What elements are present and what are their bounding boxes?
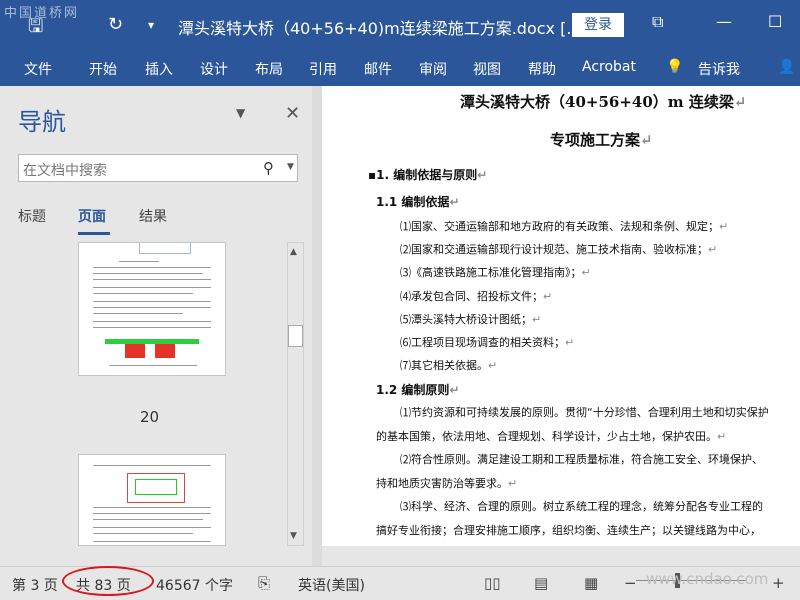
thumbnail-text-line [93,307,211,308]
page-thumbnail-20[interactable] [78,242,226,376]
thumbnail-text-line [93,533,193,534]
heading-1-2: 1.2 编制原则↵ [376,383,460,397]
search-input[interactable]: 在文档中搜索 ⚲ ▼ [18,154,298,182]
thumbnail-page-number: 20 [140,408,160,426]
tab-layout[interactable]: 布局 [255,59,283,79]
web-layout-icon[interactable]: ▦ [584,574,598,592]
thumbnail-text-line [93,273,203,274]
thumbnail-text-line [93,519,203,520]
nav-options-dropdown-icon[interactable]: ▼ [236,106,245,120]
thumbnail-text-line [93,513,211,514]
read-mode-icon[interactable]: ▯▯ [484,574,501,592]
thumbnail-bridge-deck [105,339,199,344]
basis-item: ⑹工程项目现场调查的相关资料；↵ [400,336,575,349]
save-icon[interactable]: 🖫 [28,14,43,44]
thumbnail-text-line [93,279,211,280]
tab-review[interactable]: 审阅 [419,59,447,79]
thumbnail-text-line [93,527,211,528]
search-placeholder: 在文档中搜索 [23,163,107,179]
zoom-in-icon[interactable]: + [772,574,785,592]
thumbnail-text-line [93,287,211,288]
scroll-up-arrow-icon[interactable]: ▲ [290,247,297,257]
thumbnail-text-line [93,321,211,322]
principle-line: ⑶科学、经济、合理的原则。树立系统工程的理念，统筹分配各专业工程的 [400,500,763,513]
basis-item: ⑷承发包合同、招投标文件；↵ [400,290,553,303]
heading-1: ▪1. 编制依据与原则↵ [368,168,488,182]
proofing-icon[interactable]: ⎘ [258,574,270,592]
thumbnail-text-line [93,507,211,508]
language-indicator[interactable]: 英语(美国) [298,575,365,595]
lightbulb-icon: 💡 [666,59,684,75]
ribbon-display-options-icon[interactable]: ⧉ [652,12,663,32]
watermark-bottom: www.cndao.com [646,570,769,588]
basis-item: ⑵国家和交通运输部现行设计规范、施工技术指南、验收标准；↵ [400,243,718,256]
principle-line: 搞好专业衔接；合理安排施工顺序，组织均衡、连续生产；以关键线路为中心， [376,524,761,537]
thumbnail-text-line [93,327,211,328]
basis-item: ⑸潭头溪特大桥设计图纸；↵ [400,313,542,326]
tab-file[interactable]: 文件 [24,59,52,79]
basis-item: ⑺其它相关依据。↵ [400,359,498,372]
tab-pages[interactable]: 页面 [78,206,106,226]
navigation-pane: 导航 ▼ ✕ 在文档中搜索 ⚲ ▼ 标题 页面 结果 20 ▲ ▼ [0,86,312,566]
thumbnail-text-line [119,261,159,262]
pane-splitter[interactable] [312,86,322,566]
document-horizontal-scrollbar[interactable] [322,546,800,566]
undo-icon[interactable]: ↻ [108,14,123,35]
share-person-icon[interactable]: 👤 [778,59,795,75]
word-count[interactable]: 46567 个字 [156,575,233,595]
thumbnail-text-line [93,541,211,542]
thumbnail-bridge-pier [125,344,145,358]
print-layout-icon[interactable]: ▤ [534,574,548,592]
tab-references[interactable]: 引用 [309,59,337,79]
thumbnail-text-line [93,313,183,314]
search-icon[interactable]: ⚲ [263,159,274,177]
basis-item: ⑶《高速铁路施工标准化管理指南》；↵ [400,266,591,279]
thumbnail-text-line [109,365,197,366]
maximize-icon[interactable]: ☐ [768,12,782,31]
tab-insert[interactable]: 插入 [145,59,173,79]
active-tab-indicator [78,232,110,235]
tab-help[interactable]: 帮助 [528,59,556,79]
ribbon-tabs: 文件 开始 插入 设计 布局 引用 邮件 审阅 视图 帮助 Acrobat 💡 … [0,52,800,86]
tab-design[interactable]: 设计 [200,59,228,79]
thumbnail-text-line [93,301,211,302]
principle-line: ⑵符合性原则。满足建设工期和工程质量标准，符合施工安全、环境保护、 [400,453,763,466]
heading-1-1: 1.1 编制依据↵ [376,195,460,209]
document-title-line-2: 专项施工方案↵ [550,131,653,149]
nav-pane-title: 导航 [18,108,66,136]
login-button[interactable]: 登录 [572,13,624,37]
document-title: 潭头溪特大桥（40+56+40)m连续梁施工方案.docx [... [178,19,582,38]
thumbnail-figure-inner [135,479,177,495]
page-thumbnail-21[interactable] [78,454,226,546]
tab-results[interactable]: 结果 [139,206,167,226]
search-options-dropdown-icon[interactable]: ▼ [287,162,294,172]
zoom-out-icon[interactable]: − [624,574,637,592]
annotation-circle [62,566,154,596]
principle-line: ⑴节约资源和可持续发展的原则。贯彻“十分珍惜、合理利用土地和切实保护 [400,406,769,419]
close-icon[interactable]: ✕ [285,103,300,124]
document-title-line-1: 潭头溪特大桥（40+56+40）m 连续梁↵ [460,93,747,111]
title-bar: 中国道桥网 🖫 ↻ ▾ 潭头溪特大桥（40+56+40)m连续梁施工方案.doc… [0,0,800,52]
tab-mailings[interactable]: 邮件 [364,59,392,79]
scroll-down-arrow-icon[interactable]: ▼ [290,531,297,541]
minimize-icon[interactable]: — [716,12,732,31]
thumbnail-text-line [93,465,211,466]
thumbnail-text-line [93,267,211,268]
thumbnails-scrollbar[interactable]: ▲ ▼ [287,242,304,546]
basis-item: ⑴国家、交通运输部和地方政府的有关政策、法规和条例、规定；↵ [400,220,729,233]
tab-view[interactable]: 视图 [473,59,501,79]
scrollbar-thumb[interactable] [288,325,303,347]
thumbnail-text-line [93,293,193,294]
tab-headings[interactable]: 标题 [18,206,46,226]
principle-line: 的基本国策，依法用地、合理规划、科学设计，少占土地，保护农田。↵ [376,430,727,443]
customize-quick-access-icon[interactable]: ▾ [148,18,154,32]
tab-home[interactable]: 开始 [89,59,117,79]
tell-me-search[interactable]: 告诉我 [698,59,740,79]
principle-line: 持和地质灾害防治等要求。↵ [376,477,518,490]
thumbnail-figure [139,243,191,254]
thumbnail-bridge-pier [155,344,175,358]
page-indicator[interactable]: 第 3 页 [12,575,58,595]
tab-acrobat[interactable]: Acrobat [582,59,636,75]
document-page[interactable]: 潭头溪特大桥（40+56+40）m 连续梁↵ 专项施工方案↵ ▪1. 编制依据与… [322,86,800,546]
